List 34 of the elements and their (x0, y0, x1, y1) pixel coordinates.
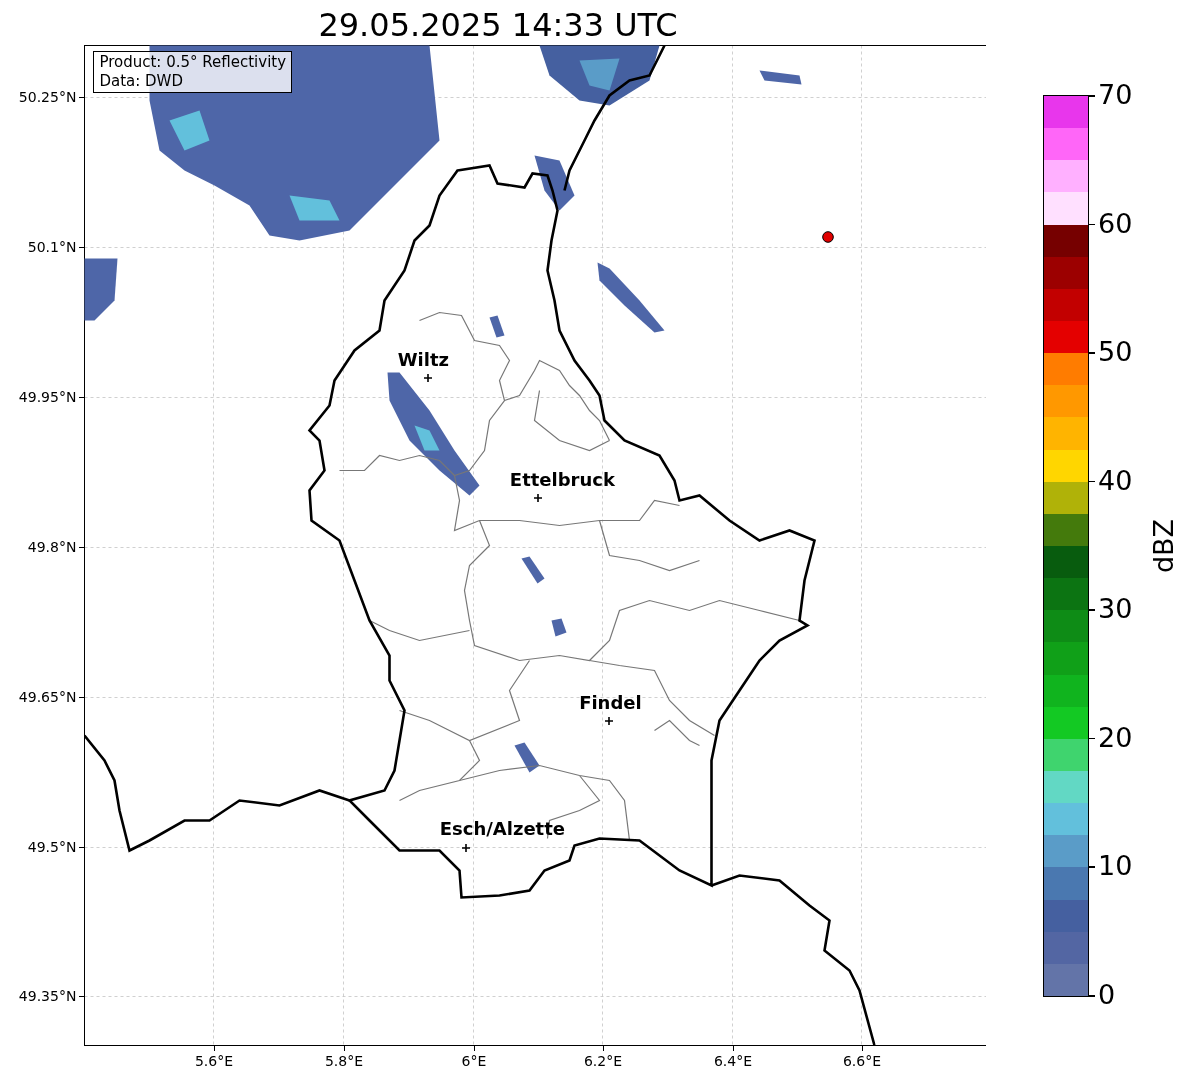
colorbar-tick-label: 60 (1098, 208, 1133, 239)
plus-marker-icon (605, 717, 614, 725)
info-text: Data: DWD (99, 72, 184, 91)
latitude-label: 50.25°N (18, 89, 77, 105)
city-label: Wiltz (397, 350, 450, 370)
colorbar-tick-label: 20 (1098, 722, 1133, 753)
location-dot-icon (822, 231, 835, 243)
plus-marker-icon (424, 374, 433, 382)
longitude-label: 6.6°E (842, 1053, 882, 1069)
city-label: Ettelbruck (509, 470, 615, 490)
latitude-label: 50.1°N (27, 239, 77, 255)
longitude-label: 5.8°E (324, 1053, 364, 1069)
latitude-label: 49.95°N (18, 389, 77, 405)
colorbar-tick-label: 10 (1098, 851, 1133, 882)
plus-marker-icon (534, 494, 543, 502)
colorbar-tick-label: 50 (1098, 337, 1133, 368)
plus-marker-icon (462, 844, 471, 852)
longitude-label: 5.6°E (194, 1053, 234, 1069)
longitude-label: 6.4°E (713, 1053, 753, 1069)
colorbar-label: dBZ (1149, 518, 1179, 574)
longitude-label: 6°E (461, 1053, 487, 1069)
colorbar-tick-label: 30 (1098, 594, 1133, 625)
colorbar-tick-label: 0 (1098, 980, 1116, 1010)
info-text: Product: 0.5° Reflectivity (99, 53, 287, 72)
chart-title: 29.05.2025 14:33 UTC (318, 5, 678, 45)
latitude-label: 49.5°N (27, 839, 77, 855)
city-label: Findel (579, 693, 642, 713)
colorbar-tick-label: 40 (1098, 465, 1133, 496)
colorbar-tick-label: 70 (1098, 80, 1133, 110)
longitude-label: 6.2°E (583, 1053, 623, 1069)
latitude-label: 49.8°N (27, 539, 77, 555)
latitude-label: 49.35°N (18, 988, 77, 1004)
latitude-label: 49.65°N (18, 689, 77, 705)
city-label: Esch/Alzette (439, 819, 566, 839)
